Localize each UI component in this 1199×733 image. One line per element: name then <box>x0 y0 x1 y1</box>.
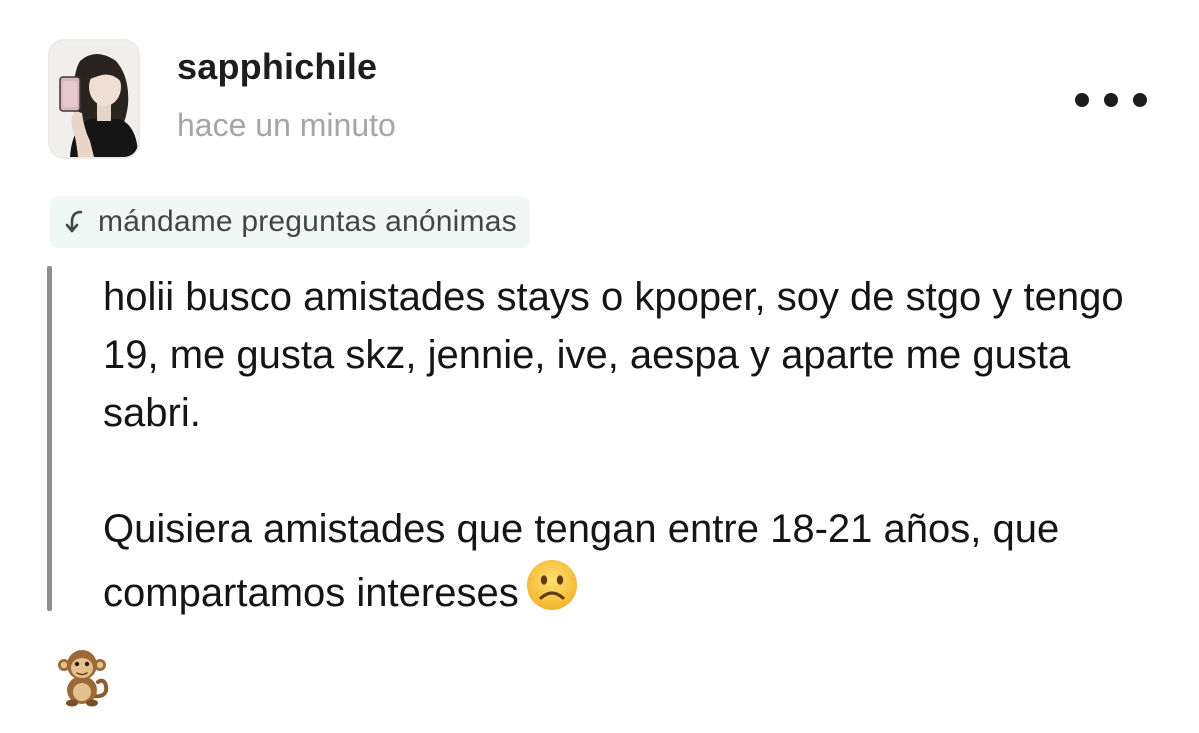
more-horizontal-icon <box>1075 93 1089 107</box>
reply-arrow-icon <box>64 210 84 234</box>
monkey-emoji-icon <box>52 646 112 708</box>
avatar-photo <box>50 41 138 157</box>
prompt-label: mándame preguntas anónimas <box>98 205 517 238</box>
more-horizontal-icon <box>1104 93 1118 107</box>
quote-bar <box>47 266 52 611</box>
post-paragraph-with-emoji: Quisiera amistades que tengan entre 18-2… <box>103 500 1173 628</box>
post-body: holii busco amistades stays o kpoper, so… <box>103 268 1173 628</box>
post-timestamp: hace un minuto <box>177 107 396 143</box>
username[interactable]: sapphichile <box>177 45 377 89</box>
post-paragraph: holii busco amistades stays o kpoper, so… <box>103 275 1124 435</box>
avatar[interactable] <box>50 41 138 157</box>
post-paragraph-text: Quisiera amistades que tengan entre 18-2… <box>103 507 1060 615</box>
more-horizontal-icon <box>1133 93 1147 107</box>
prompt-tag[interactable]: mándame preguntas anónimas <box>50 196 530 248</box>
frowning-face-icon <box>525 558 579 628</box>
more-options-button[interactable] <box>1075 85 1147 115</box>
